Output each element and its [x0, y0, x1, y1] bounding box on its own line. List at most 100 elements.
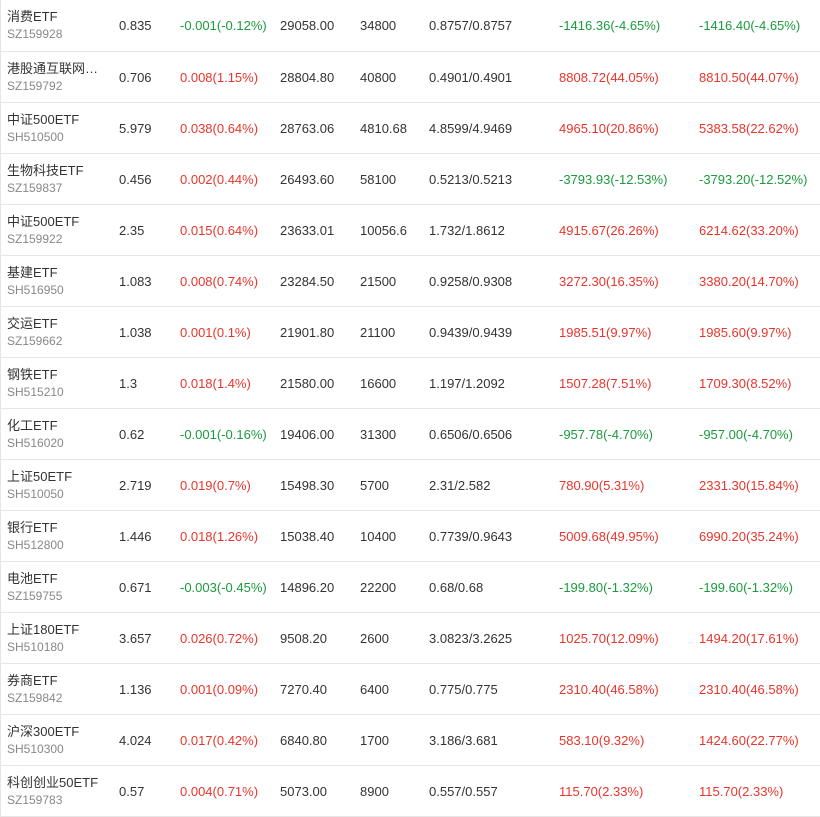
fund-name[interactable]: 化工ETF — [7, 417, 58, 435]
change-cell: 0.001(0.09%) — [180, 681, 259, 697]
fund-code: SZ159928 — [7, 27, 63, 41]
profit-cell: 1985.51(9.97%) — [559, 324, 652, 340]
profit-cell: 115.70(2.33%) — [559, 783, 644, 799]
amount-cell: 23284.50 — [280, 273, 335, 289]
change-cell: 0.038(0.64%) — [180, 120, 259, 136]
price-cell: 1.136 — [119, 681, 152, 697]
profit-cell-2: 1424.60(22.77%) — [699, 732, 799, 748]
table-row[interactable]: 上证180ETF SH510180 3.657 0.026(0.72%) 9508.20… — [1, 613, 820, 664]
price-cell: 1.083 — [119, 273, 152, 289]
fund-name[interactable]: 券商ETF — [7, 672, 58, 690]
volume-cell: 2600 — [360, 630, 389, 646]
fund-code: SH510500 — [7, 129, 64, 144]
volume-cell: 1700 — [360, 732, 389, 748]
price-range-cell: 1.197/1.2092 — [429, 375, 505, 391]
amount-cell: 5073.00 — [280, 783, 327, 799]
profit-cell: 780.90(5.31%) — [559, 477, 645, 493]
price-cell: 0.62 — [119, 426, 145, 442]
profit-cell-2: -1416.40(-4.65%) — [699, 18, 801, 33]
fund-name[interactable]: 科创创业50ETF — [7, 774, 98, 792]
profit-cell-2: 2310.40(46.58%) — [699, 681, 799, 697]
profit-cell: -957.78(-4.70%) — [559, 426, 653, 442]
fund-name-cell[interactable]: 中证500ETF SZ159922 — [7, 205, 112, 255]
fund-code: SH516950 — [7, 282, 64, 297]
fund-name-cell[interactable]: 化工ETF SH516020 — [7, 409, 112, 459]
fund-name[interactable]: 消费ETF — [7, 8, 58, 26]
fund-name[interactable]: 钢铁ETF — [7, 366, 58, 384]
price-range-cell: 0.8757/0.8757 — [429, 18, 513, 33]
amount-cell: 21580.00 — [280, 375, 335, 391]
table-row[interactable]: 中证500ETF SZ159922 2.35 0.015(0.64%) 23633.01… — [1, 205, 820, 256]
profit-cell-2: 5383.58(22.62%) — [699, 120, 799, 136]
price-range-cell: 0.5213/0.5213 — [429, 171, 513, 187]
table-row[interactable]: 钢铁ETF SH515210 1.3 0.018(1.4%) 21580.00 16600… — [1, 358, 820, 409]
volume-cell: 58100 — [360, 171, 397, 187]
profit-cell-2: 6990.20(35.24%) — [699, 528, 799, 544]
volume-cell: 10056.6 — [360, 222, 407, 238]
fund-code: SH515210 — [7, 384, 64, 399]
profit-cell-2: 1985.60(9.97%) — [699, 324, 792, 340]
fund-name[interactable]: 中证500ETF — [7, 213, 79, 231]
volume-cell: 10400 — [360, 528, 397, 544]
fund-name[interactable]: 银行ETF — [7, 519, 58, 537]
table-row[interactable]: 上证50ETF SH510050 2.719 0.019(0.7%) 15498.30 5… — [1, 460, 820, 511]
table-row[interactable]: 港股通互联网… SZ159792 0.706 0.008(1.15%) 28804.80… — [1, 52, 820, 103]
profit-cell: 4915.67(26.26%) — [559, 222, 659, 238]
table-row[interactable]: 基建ETF SH516950 1.083 0.008(0.74%) 23284.50 21… — [1, 256, 820, 307]
fund-name-cell[interactable]: 上证50ETF SH510050 — [7, 460, 112, 510]
fund-name-cell[interactable]: 电池ETF SZ159755 — [7, 562, 112, 612]
table-row[interactable]: 交运ETF SZ159662 1.038 0.001(0.1%) 21901.80 211… — [1, 307, 820, 358]
fund-name[interactable]: 交运ETF — [7, 315, 58, 333]
fund-name[interactable]: 基建ETF — [7, 264, 58, 282]
fund-name[interactable]: 生物科技ETF — [7, 162, 84, 180]
fund-name-cell[interactable]: 交运ETF SZ159662 — [7, 307, 112, 357]
fund-name-cell[interactable]: 中证500ETF SH510500 — [7, 103, 112, 153]
price-range-cell: 3.0823/3.2625 — [429, 630, 513, 646]
volume-cell: 4810.68 — [360, 120, 407, 136]
change-cell: 0.001(0.1%) — [180, 324, 251, 340]
fund-name-cell[interactable]: 券商ETF SZ159842 — [7, 664, 112, 714]
price-range-cell: 0.775/0.775 — [429, 681, 498, 697]
table-row[interactable]: 化工ETF SH516020 0.62 -0.001(-0.16%) 19406.00 3… — [1, 409, 820, 460]
change-cell: 0.026(0.72%) — [180, 630, 259, 646]
table-row[interactable]: 中证500ETF SH510500 5.979 0.038(0.64%) 28763.0… — [1, 103, 820, 154]
table-row[interactable]: 银行ETF SH512800 1.446 0.018(1.26%) 15038.40 10… — [1, 511, 820, 562]
profit-cell: 583.10(9.32%) — [559, 732, 645, 748]
fund-name[interactable]: 上证50ETF — [7, 468, 72, 486]
fund-code: SH510050 — [7, 486, 64, 501]
profit-cell: 1025.70(12.09%) — [559, 630, 659, 646]
price-range-cell: 0.4901/0.4901 — [429, 69, 513, 85]
fund-name[interactable]: 上证180ETF — [7, 621, 79, 639]
fund-name[interactable]: 中证500ETF — [7, 111, 79, 129]
fund-name[interactable]: 电池ETF — [7, 570, 58, 588]
profit-cell: 5009.68(49.95%) — [559, 528, 659, 544]
price-cell: 2.719 — [119, 477, 152, 493]
fund-name-cell[interactable]: 基建ETF SH516950 — [7, 256, 112, 306]
price-cell: 4.024 — [119, 732, 152, 748]
fund-name-cell[interactable]: 上证180ETF SH510180 — [7, 613, 112, 663]
table-row[interactable]: 消费ETF SZ159928 0.835 -0.001(-0.12%) 29058.00… — [1, 0, 820, 52]
fund-name-cell[interactable]: 科创创业50ETF SZ159783 — [7, 766, 112, 816]
fund-name-cell[interactable]: 银行ETF SH512800 — [7, 511, 112, 561]
volume-cell: 21500 — [360, 273, 397, 289]
table-row[interactable]: 科创创业50ETF SZ159783 0.57 0.004(0.71%) 5073.00… — [1, 766, 820, 817]
profit-cell-2: 2331.30(15.84%) — [699, 477, 799, 493]
profit-cell: -3793.93(-12.53%) — [559, 171, 668, 187]
fund-name[interactable]: 港股通互联网… — [7, 60, 98, 78]
fund-name-cell[interactable]: 钢铁ETF SH515210 — [7, 358, 112, 408]
fund-name-cell[interactable]: 生物科技ETF SZ159837 — [7, 154, 112, 204]
profit-cell: -1416.36(-4.65%) — [559, 18, 661, 33]
table-row[interactable]: 电池ETF SZ159755 0.671 -0.003(-0.45%) 14896.20… — [1, 562, 820, 613]
fund-name-cell[interactable]: 港股通互联网… SZ159792 — [7, 52, 112, 102]
holdings-table: 消费ETF SZ159928 0.835 -0.001(-0.12%) 29058.00… — [0, 0, 820, 817]
table-row[interactable]: 生物科技ETF SZ159837 0.456 0.002(0.44%) 26493.60… — [1, 154, 820, 205]
fund-name[interactable]: 沪深300ETF — [7, 723, 79, 741]
table-row[interactable]: 沪深300ETF SH510300 4.024 0.017(0.42%) 6840.80… — [1, 715, 820, 766]
table-row[interactable]: 券商ETF SZ159842 1.136 0.001(0.09%) 7270.40 640… — [1, 664, 820, 715]
amount-cell: 6840.80 — [280, 732, 327, 748]
profit-cell-2: 115.70(2.33%) — [699, 783, 784, 799]
fund-name-cell[interactable]: 沪深300ETF SH510300 — [7, 715, 112, 765]
profit-cell-2: 3380.20(14.70%) — [699, 273, 799, 289]
profit-cell: 4965.10(20.86%) — [559, 120, 659, 136]
fund-name-cell[interactable]: 消费ETF SZ159928 — [7, 0, 112, 51]
